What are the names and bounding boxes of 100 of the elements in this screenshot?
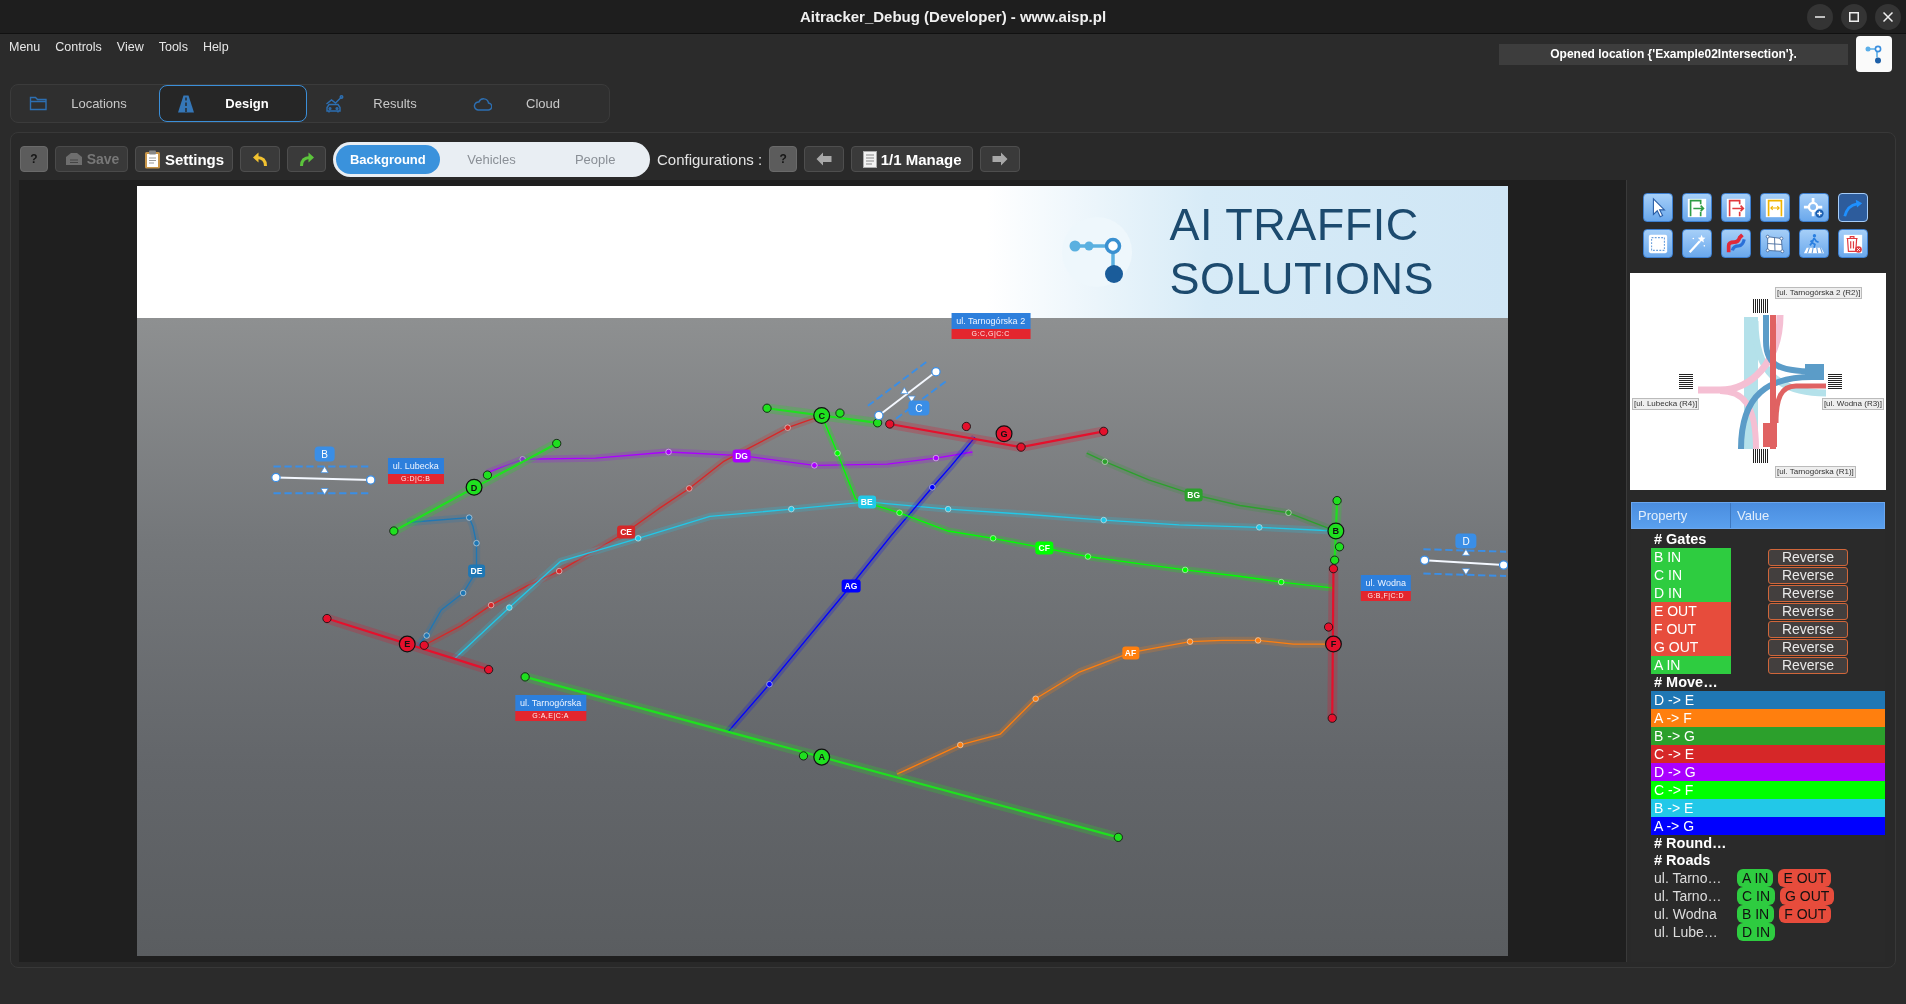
tool-button[interactable]	[1643, 193, 1673, 222]
logo-text: AI TRAFFIC SOLUTIONS	[1169, 198, 1434, 306]
gate-marker[interactable]: D	[465, 478, 483, 496]
handle-icon[interactable]	[874, 410, 884, 421]
movement-row[interactable]: C -> E	[1651, 745, 1885, 763]
gate-name-cell: E OUT	[1651, 602, 1731, 620]
crossing-label: D	[1455, 533, 1477, 549]
movement-label: DG	[732, 449, 751, 463]
reverse-button[interactable]: Reverse	[1768, 566, 1848, 584]
reverse-button[interactable]: Reverse	[1768, 620, 1848, 638]
tool-button[interactable]	[1760, 229, 1790, 258]
previous-button[interactable]	[804, 146, 845, 172]
manage-button[interactable]: 1/1 Manage	[851, 146, 974, 172]
document-icon	[862, 150, 877, 168]
handle-icon[interactable]	[931, 367, 941, 377]
tool-button[interactable]	[1760, 193, 1790, 222]
gate-chip: C IN	[1737, 887, 1775, 905]
arrow-left-icon	[816, 152, 833, 166]
gate-name-cell: F OUT	[1651, 620, 1731, 638]
gate-chip: E OUT	[1778, 869, 1832, 887]
gate-marker[interactable]: E	[398, 635, 416, 653]
pedestrian-crossing-icon	[1803, 232, 1825, 255]
menu-item[interactable]: Tools	[158, 40, 188, 55]
reverse-button[interactable]: Reverse	[1768, 602, 1848, 620]
tab[interactable]: Design	[159, 85, 307, 122]
magic-wand-icon	[1686, 232, 1708, 255]
configurations-label: Configurations :	[657, 150, 763, 168]
handle-icon[interactable]	[1498, 560, 1508, 570]
road-name: ul. Tarno…	[1654, 870, 1723, 886]
close-icon	[1883, 11, 1893, 22]
movement-row[interactable]: D -> E	[1651, 691, 1885, 709]
menu-item[interactable]: View	[116, 40, 144, 55]
gate-marker[interactable]: G	[995, 425, 1013, 443]
handle-icon[interactable]	[1419, 555, 1430, 565]
gate-chip: G OUT	[1780, 887, 1835, 905]
menu-item[interactable]: Help	[202, 40, 229, 55]
gate-marker[interactable]: F	[1324, 635, 1342, 653]
tool-button[interactable]	[1838, 193, 1868, 222]
menu-item[interactable]: Controls	[55, 40, 102, 55]
gate-marker[interactable]: C	[813, 407, 831, 425]
tool-button[interactable]	[1799, 193, 1829, 222]
movement-row[interactable]: A -> G	[1651, 817, 1885, 835]
road-name: ul. Lube…	[1654, 924, 1719, 940]
road-name-tag: ul. Lubecka	[387, 458, 444, 475]
reverse-button[interactable]: Reverse	[1768, 548, 1848, 566]
column-header: Value	[1736, 507, 1771, 525]
tool-button[interactable]	[1799, 229, 1829, 258]
next-button[interactable]	[980, 146, 1021, 172]
roundabout-plus-icon	[1803, 196, 1825, 219]
gate-chip: D IN	[1737, 923, 1775, 941]
redo-button[interactable]	[287, 146, 326, 172]
gate-marker[interactable]: A	[813, 748, 831, 766]
close-button[interactable]	[1875, 3, 1901, 30]
gate-marker[interactable]: B	[1327, 522, 1345, 540]
section-heading: # Roads	[1653, 852, 1711, 869]
dashed-square-icon	[1647, 232, 1669, 255]
tool-button[interactable]	[1721, 193, 1751, 222]
reverse-button[interactable]: Reverse	[1768, 656, 1848, 674]
column-header: Property	[1632, 503, 1731, 528]
arrow-right-icon	[992, 152, 1009, 166]
tool-button[interactable]	[1721, 229, 1751, 258]
gate-name-cell: B IN	[1651, 548, 1731, 566]
trash-icon	[1842, 232, 1864, 255]
gate-name-cell: G OUT	[1651, 638, 1731, 656]
menu-item[interactable]: Menu	[9, 40, 41, 55]
tool-button[interactable]	[1682, 193, 1712, 222]
status-message: Opened location {'Example02Intersection'}.	[1499, 43, 1848, 65]
node-graph-icon	[1865, 44, 1883, 64]
tab[interactable]: Locations	[11, 85, 159, 122]
movement-label: CE	[617, 525, 635, 539]
handle-icon[interactable]	[366, 475, 376, 485]
movement-label: BG	[1184, 488, 1204, 502]
undo-icon	[252, 151, 268, 167]
reverse-button[interactable]: Reverse	[1768, 584, 1848, 602]
minimap-road-label: [ul. Wodna (R3)]	[1821, 398, 1884, 410]
save-icon	[63, 151, 84, 167]
tab[interactable]: Results	[307, 85, 455, 122]
minimize-button[interactable]	[1807, 3, 1833, 30]
gate-chip: F OUT	[1779, 905, 1832, 923]
tool-button[interactable]	[1838, 229, 1868, 258]
settings-button[interactable]: Settings	[135, 146, 233, 172]
gate-chip: A IN	[1737, 869, 1774, 887]
movement-label: CF	[1035, 541, 1053, 555]
graph-button[interactable]	[1856, 36, 1892, 72]
maximize-button[interactable]	[1841, 3, 1867, 30]
tab[interactable]: Cloud	[455, 85, 603, 122]
window-title: Aitracker_Debug (Developer) - www.aisp.pl	[799, 8, 1107, 25]
chart-icon	[325, 93, 344, 114]
ribbon-icon	[1725, 232, 1747, 255]
tool-button[interactable]	[1643, 229, 1673, 258]
handle-icon[interactable]	[271, 472, 281, 483]
movement-label: AG	[841, 579, 861, 593]
tool-button[interactable]	[1682, 229, 1712, 258]
section-heading: # Round…	[1653, 835, 1727, 852]
maximize-icon	[1849, 11, 1859, 22]
door-width-icon	[1764, 196, 1786, 219]
road-icon	[177, 93, 196, 114]
movement-row[interactable]: D -> G	[1651, 763, 1885, 781]
reverse-button[interactable]: Reverse	[1768, 638, 1848, 656]
undo-button[interactable]	[240, 146, 280, 172]
